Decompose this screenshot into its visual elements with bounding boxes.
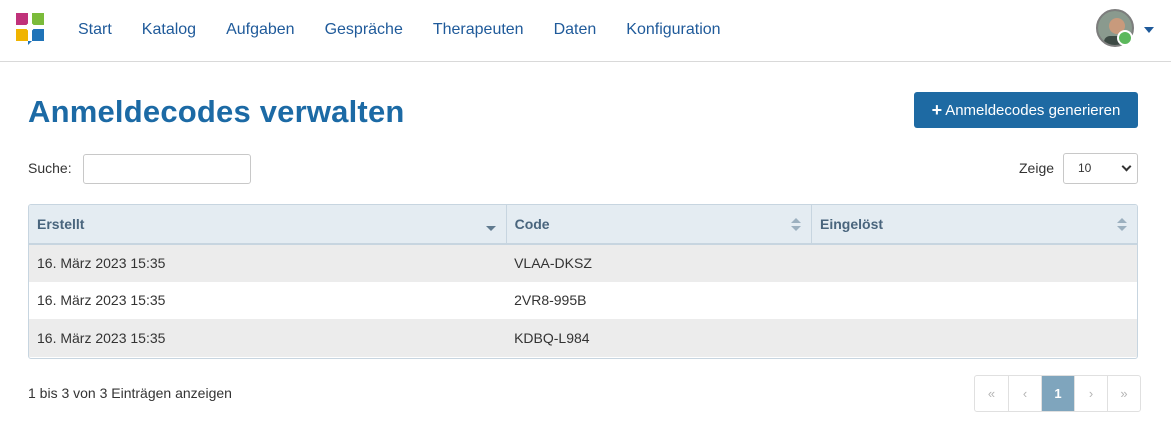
chevron-down-icon[interactable] — [1144, 27, 1154, 33]
pagination: « ‹ 1 › » — [974, 375, 1141, 412]
app-logo[interactable] — [15, 12, 45, 46]
nav-katalog[interactable]: Katalog — [127, 0, 211, 60]
page-length-label: Zeige — [1019, 160, 1055, 176]
sort-desc-icon — [485, 218, 496, 232]
page-title: Anmeldecodes verwalten — [28, 94, 405, 129]
pagination-last[interactable]: » — [1107, 376, 1140, 411]
nav-daten[interactable]: Daten — [539, 0, 612, 60]
table-row: 16. März 2023 15:35 KDBQ-L984 — [29, 319, 1137, 357]
plus-icon: + — [931, 100, 943, 120]
generate-codes-button[interactable]: + Anmeldecodes generieren — [914, 92, 1138, 128]
table-info: 1 bis 3 von 3 Einträgen anzeigen — [28, 385, 232, 401]
sort-icon — [791, 218, 802, 232]
main-nav: Start Katalog Aufgaben Gespräche Therape… — [63, 0, 736, 60]
nav-konfiguration[interactable]: Konfiguration — [611, 0, 735, 60]
column-header-erstellt[interactable]: Erstellt — [29, 205, 507, 245]
search-label: Suche: — [28, 160, 72, 176]
top-navbar: Start Katalog Aufgaben Gespräche Therape… — [0, 0, 1171, 62]
search-input[interactable] — [83, 154, 251, 184]
cell-eingeloest — [811, 319, 1137, 357]
page-length-select[interactable]: 10 — [1063, 153, 1138, 184]
table-row: 16. März 2023 15:35 VLAA-DKSZ — [29, 244, 1137, 282]
pagination-next[interactable]: › — [1074, 376, 1107, 411]
pagination-first[interactable]: « — [975, 376, 1008, 411]
codes-table: Erstellt Code Eingelöst 16. März 2023 15… — [28, 204, 1138, 359]
nav-aufgaben[interactable]: Aufgaben — [211, 0, 310, 60]
column-header-label: Code — [514, 216, 550, 232]
pagination-page-1[interactable]: 1 — [1041, 376, 1074, 411]
table-row: 16. März 2023 15:35 2VR8-995B — [29, 281, 1137, 319]
column-header-label: Erstellt — [37, 216, 85, 232]
cell-erstellt: 16. März 2023 15:35 — [29, 281, 507, 319]
cell-code: KDBQ-L984 — [506, 319, 812, 357]
cell-erstellt: 16. März 2023 15:35 — [29, 244, 507, 282]
cell-eingeloest — [811, 244, 1137, 282]
column-header-eingeloest[interactable]: Eingelöst — [811, 205, 1137, 245]
cell-eingeloest — [811, 281, 1137, 319]
chevron-down-icon — [1121, 161, 1132, 172]
cell-code: 2VR8-995B — [506, 281, 812, 319]
cell-code: VLAA-DKSZ — [506, 244, 812, 282]
generate-codes-label: Anmeldecodes generieren — [945, 101, 1121, 119]
nav-therapeuten[interactable]: Therapeuten — [418, 0, 539, 60]
column-header-label: Eingelöst — [820, 216, 884, 232]
nav-start[interactable]: Start — [63, 0, 127, 60]
nav-gespraeche[interactable]: Gespräche — [310, 0, 418, 60]
pagination-prev[interactable]: ‹ — [1008, 376, 1041, 411]
page-length-value: 10 — [1078, 161, 1092, 175]
online-status-badge — [1117, 30, 1133, 46]
column-header-code[interactable]: Code — [505, 205, 812, 245]
cell-erstellt: 16. März 2023 15:35 — [29, 319, 507, 357]
sort-icon — [1117, 218, 1127, 232]
